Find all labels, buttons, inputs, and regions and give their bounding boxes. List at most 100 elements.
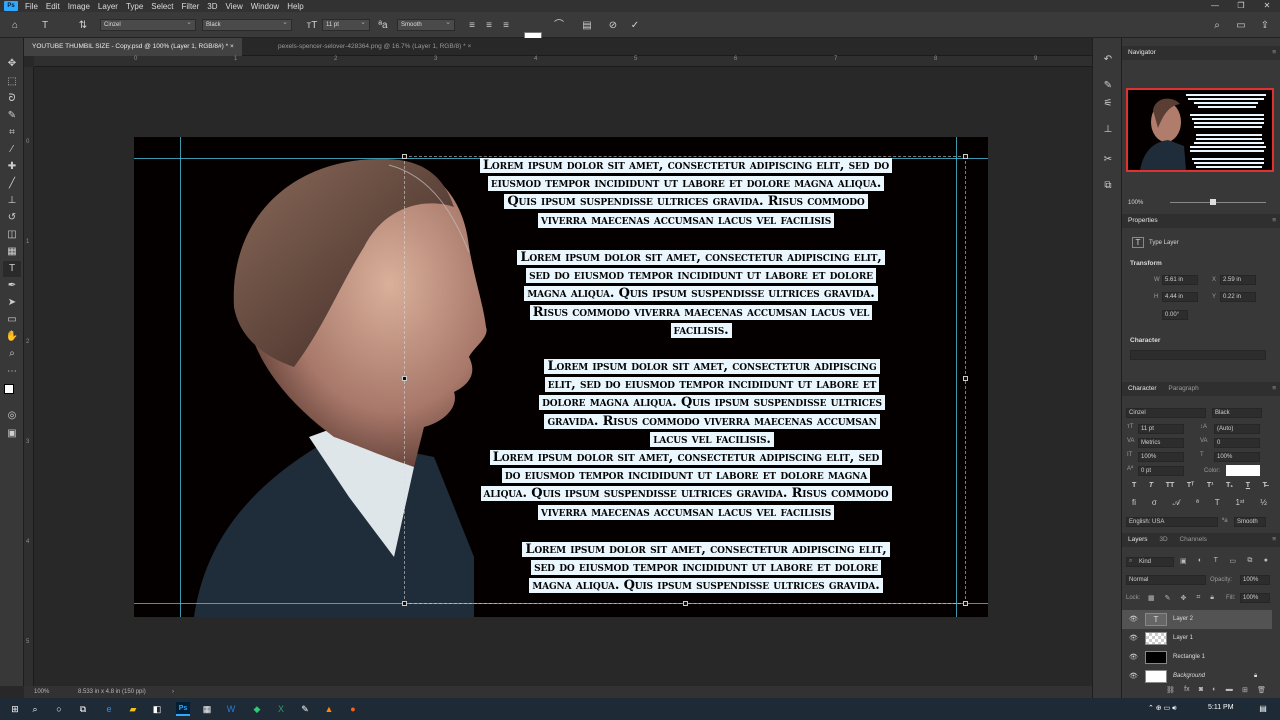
lock-transparency-icon[interactable]: ▦ <box>1148 594 1155 604</box>
alternates-icon[interactable]: ª <box>1196 498 1199 510</box>
close-button[interactable]: ✕ <box>1254 0 1280 12</box>
y-field[interactable]: 0.22 in <box>1220 292 1256 302</box>
horizontal-scale-field[interactable]: 100% <box>1214 452 1260 462</box>
start-icon[interactable]: ⊞ <box>8 702 22 716</box>
tab-pexels-document[interactable]: pexels-spencer-selover-428364.png @ 16.7… <box>270 38 479 56</box>
cancel-edit-icon[interactable]: ⊘ <box>606 19 620 32</box>
blend-mode-dropdown[interactable]: Normal <box>1126 575 1206 585</box>
transform-handle[interactable] <box>402 601 407 606</box>
layer-row-background[interactable]: 👁︎ Background 🔒︎ <box>1122 667 1272 686</box>
history-brush-icon[interactable]: ↺ <box>3 210 21 226</box>
new-layer-icon[interactable]: ⊞ <box>1242 686 1248 696</box>
type-filter-icon[interactable]: T <box>1214 557 1218 567</box>
align-right-icon[interactable]: ≡ <box>499 19 513 32</box>
properties-font-dropdown[interactable] <box>1130 350 1266 360</box>
character-section[interactable]: Character <box>1130 337 1160 344</box>
menu-window[interactable]: Window <box>247 2 283 11</box>
navigator-zoom-slider[interactable] <box>1170 202 1266 203</box>
commit-edit-icon[interactable]: ✓ <box>628 19 642 32</box>
zoom-slider-thumb[interactable] <box>1210 199 1216 205</box>
text-paragraph[interactable]: Lorem ipsum dolor sit amet, consectetur … <box>405 249 967 340</box>
old-style-icon[interactable]: σ <box>1152 498 1157 510</box>
warp-text-icon[interactable]: ⌒ <box>552 19 566 32</box>
character-panel-icon[interactable]: ▤ <box>580 19 594 32</box>
menu-edit[interactable]: Edit <box>42 2 64 11</box>
zoom-level[interactable]: 100% <box>34 686 49 698</box>
navigator-panel-header[interactable]: Navigator ≡ <box>1122 46 1280 60</box>
type-tool-icon[interactable]: T <box>3 261 21 277</box>
vlc-icon[interactable]: ▲ <box>322 702 336 716</box>
history-icon[interactable]: ↶ <box>1099 52 1117 68</box>
zoom-tool-icon[interactable]: ⌕ <box>3 346 21 362</box>
adjustment-layer-icon[interactable]: ◐ <box>1212 686 1216 696</box>
healing-brush-icon[interactable]: ✚ <box>3 159 21 175</box>
menu-select[interactable]: Select <box>147 2 177 11</box>
menu-type[interactable]: Type <box>122 2 147 11</box>
brush-settings-icon[interactable]: ✎ <box>1099 78 1117 94</box>
text-paragraph[interactable]: Lorem ipsum dolor sit amet, consectetur … <box>405 449 967 522</box>
small-caps-button[interactable]: Tᵀ <box>1187 482 1194 494</box>
transform-handle[interactable] <box>683 601 688 606</box>
menu-help[interactable]: Help <box>283 2 307 11</box>
ligatures-icon[interactable]: ﬁ <box>1132 498 1136 510</box>
language-dropdown[interactable]: English: USA <box>1126 517 1218 527</box>
add-mask-icon[interactable]: ◙ <box>1199 686 1203 696</box>
link-layers-icon[interactable]: ⛓ <box>1166 686 1175 696</box>
kerning-field[interactable]: Metrics <box>1138 438 1184 448</box>
store-icon[interactable]: ◧ <box>150 702 164 716</box>
lock-artboard-icon[interactable]: ⌗ <box>1196 594 1200 604</box>
lock-position-icon[interactable]: ✥ <box>1180 594 1186 604</box>
tab-character[interactable]: Character <box>1128 385 1157 392</box>
text-orientation-icon[interactable]: ⇅ <box>76 19 90 32</box>
restore-button[interactable]: ❐ <box>1228 0 1254 12</box>
character-antialias-dropdown[interactable]: Smooth <box>1234 517 1266 527</box>
clone-source-icon[interactable]: ⊥ <box>1099 122 1117 138</box>
eyedropper-tool-icon[interactable]: ⁄ <box>3 142 21 158</box>
status-arrow-icon[interactable]: › <box>172 686 174 698</box>
faux-italic-button[interactable]: T <box>1149 482 1153 494</box>
visibility-eye-icon[interactable]: 👁︎ <box>1129 648 1138 667</box>
photoshop-taskbar-icon[interactable]: Ps <box>176 702 190 716</box>
superscript-button[interactable]: T¹ <box>1207 482 1214 494</box>
excel-icon[interactable]: X <box>274 702 288 716</box>
character-style-dropdown[interactable]: Black <box>1212 408 1262 418</box>
angle-field[interactable]: 0.00° <box>1162 310 1188 320</box>
width-field[interactable]: 5.61 in <box>1162 275 1198 285</box>
search-icon[interactable]: ⌕ <box>28 702 42 716</box>
strikethrough-button[interactable]: T̶ <box>1263 482 1267 494</box>
eraser-tool-icon[interactable]: ◫ <box>3 227 21 243</box>
tab-3d[interactable]: 3D <box>1159 536 1167 543</box>
opacity-field[interactable]: 100% <box>1240 575 1270 585</box>
layer-row-layer-2[interactable]: 👁︎ T Layer 2 <box>1122 610 1272 629</box>
layer-name[interactable]: Background <box>1173 667 1205 686</box>
text-paragraph[interactable]: Lorem ipsum dolor sit amet, consectetur … <box>405 157 967 230</box>
height-field[interactable]: 4.44 in <box>1162 292 1198 302</box>
visibility-eye-icon[interactable]: 👁︎ <box>1129 667 1138 686</box>
antialias-dropdown[interactable]: Smooth <box>397 18 455 31</box>
transform-section[interactable]: Transform <box>1130 260 1162 267</box>
character-color-swatch[interactable] <box>1226 465 1260 476</box>
lasso-tool-icon[interactable]: ᘐ <box>3 91 21 107</box>
move-tool-icon[interactable]: ✥ <box>3 56 21 72</box>
layer-name[interactable]: Rectangle 1 <box>1173 648 1205 667</box>
layer-row-rectangle-1[interactable]: 👁︎ Rectangle 1 <box>1122 648 1272 667</box>
more-tools-icon[interactable]: ⋯ <box>3 364 21 380</box>
workspace-icon[interactable]: ▭ <box>1234 19 1248 32</box>
adjustments-icon[interactable]: ⚟ <box>1099 96 1117 112</box>
share-icon[interactable]: ⇪ <box>1258 19 1272 32</box>
menu-image[interactable]: Image <box>64 2 94 11</box>
clock[interactable]: 5:11 PM <box>1208 704 1234 711</box>
close-tab-icon[interactable]: × <box>467 43 471 50</box>
brush-tool-icon[interactable]: ╱ <box>3 176 21 192</box>
tab-thumbnail-document[interactable]: YOUTUBE THUMBIL SIZE - Copy.psd @ 100% (… <box>24 38 242 56</box>
crop-tool-icon[interactable]: ⌗ <box>3 125 21 141</box>
shape-filter-icon[interactable]: ▭ <box>1229 557 1236 567</box>
tab-layers[interactable]: Layers <box>1128 536 1148 543</box>
libraries-icon[interactable]: ⧉ <box>1099 178 1117 194</box>
ordinals-icon[interactable]: 1ˢᵗ <box>1236 498 1245 510</box>
task-view-icon[interactable]: ⧉ <box>76 702 90 716</box>
baseline-shift-field[interactable]: 0 pt <box>1138 466 1184 476</box>
properties-panel-header[interactable]: Properties ≡ <box>1122 214 1280 228</box>
hand-tool-icon[interactable]: ✋ <box>3 329 21 345</box>
lock-all-icon[interactable]: 🔒︎ <box>1210 594 1214 604</box>
